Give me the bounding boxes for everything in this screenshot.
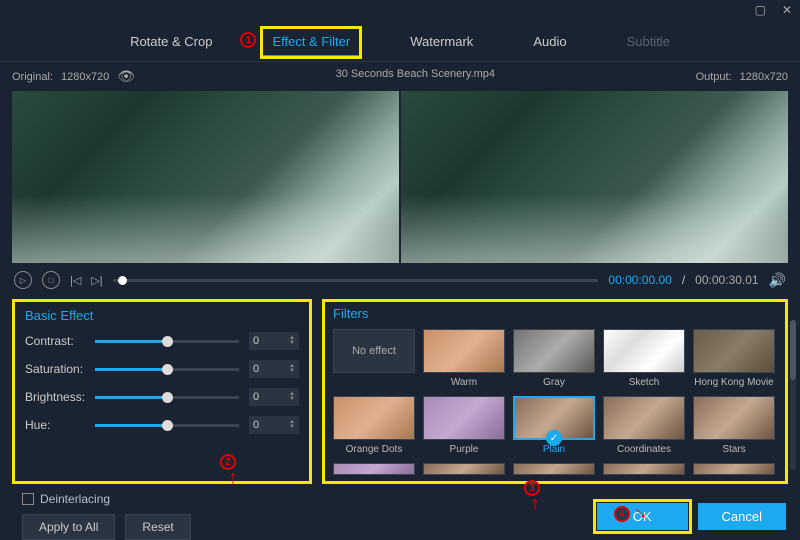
filter-more-2[interactable]	[423, 463, 505, 475]
tab-audio[interactable]: Audio	[523, 28, 576, 57]
filter-purple[interactable]: Purple	[423, 396, 505, 455]
filter-gray[interactable]: Gray	[513, 329, 595, 388]
scrollbar-thumb[interactable]	[790, 320, 796, 380]
annotation-1: 1	[240, 32, 256, 48]
playback-bar: ▷ □ |◁ ▷| 00:00:00.00 / 00:00:30.01 🔊	[0, 263, 800, 297]
maximize-icon[interactable]: ▢	[755, 3, 766, 17]
contrast-value[interactable]: 0▲▼	[249, 332, 299, 350]
next-frame-button[interactable]: ▷|	[91, 274, 102, 287]
filter-more-3[interactable]	[513, 463, 595, 475]
arrow-icon: ↑	[228, 467, 238, 490]
saturation-slider[interactable]	[95, 368, 239, 371]
filter-plain[interactable]: ✓Plain	[513, 396, 595, 455]
saturation-row: Saturation: 0▲▼	[25, 359, 299, 379]
filters-panel: Filters No effect Warm Gray Sketch Hong …	[322, 299, 788, 484]
contrast-slider[interactable]	[95, 340, 239, 343]
filter-warm[interactable]: Warm	[423, 329, 505, 388]
tab-watermark[interactable]: Watermark	[400, 28, 483, 57]
brightness-row: Brightness: 0▲▼	[25, 387, 299, 407]
brightness-label: Brightness:	[25, 390, 95, 404]
hue-label: Hue:	[25, 418, 95, 432]
titlebar: ▢ ✕	[0, 0, 800, 20]
prev-frame-button[interactable]: |◁	[70, 274, 81, 287]
hue-row: Hue: 0▲▼	[25, 415, 299, 435]
original-label: Original:	[12, 71, 53, 83]
filter-hongkong[interactable]: Hong Kong Movie	[693, 329, 775, 388]
filter-more-1[interactable]	[333, 463, 415, 475]
progress-bar[interactable]	[113, 279, 599, 282]
preview-info-bar: Original: 1280x720 👁 30 Seconds Beach Sc…	[0, 62, 800, 91]
close-icon[interactable]: ✕	[782, 3, 792, 17]
deinterlacing-label: Deinterlacing	[40, 492, 110, 506]
contrast-label: Contrast:	[25, 334, 95, 348]
current-time: 00:00:00.00	[608, 273, 671, 287]
deinterlacing-row[interactable]: Deinterlacing	[22, 492, 278, 506]
basic-effect-title: Basic Effect	[25, 308, 299, 323]
filter-more-4[interactable]	[603, 463, 685, 475]
filters-title: Filters	[333, 306, 777, 321]
check-icon: ✓	[546, 430, 562, 446]
arrow-icon: ↑	[530, 493, 540, 516]
cancel-button[interactable]: Cancel	[698, 503, 786, 530]
original-resolution: 1280x720	[61, 71, 109, 83]
brightness-value[interactable]: 0▲▼	[249, 388, 299, 406]
tab-rotate-crop[interactable]: Rotate & Crop	[120, 28, 222, 57]
eye-icon[interactable]: 👁	[117, 68, 135, 85]
reset-button[interactable]: Reset	[125, 514, 190, 540]
saturation-value[interactable]: 0▲▼	[249, 360, 299, 378]
basic-effect-panel: Basic Effect Contrast: 0▲▼ Saturation: 0…	[12, 299, 312, 484]
play-button[interactable]: ▷	[14, 271, 32, 289]
preview-area	[0, 91, 800, 263]
contrast-row: Contrast: 0▲▼	[25, 331, 299, 351]
total-time: 00:00:30.01	[695, 273, 758, 287]
filter-stars[interactable]: Stars	[693, 396, 775, 455]
brightness-slider[interactable]	[95, 396, 239, 399]
tab-bar: Rotate & Crop 1 Effect & Filter Watermar…	[0, 20, 800, 62]
effect-controls: Deinterlacing Apply to All Reset	[0, 484, 300, 540]
filter-orangedots[interactable]: Orange Dots	[333, 396, 415, 455]
output-preview	[401, 91, 788, 263]
filter-noeffect[interactable]: No effect	[333, 329, 415, 388]
deinterlacing-checkbox[interactable]	[22, 493, 34, 505]
tab-effect-filter[interactable]: Effect & Filter	[262, 28, 360, 57]
time-sep: /	[682, 273, 685, 287]
tab-subtitle[interactable]: Subtitle	[617, 28, 680, 57]
progress-knob[interactable]	[118, 276, 127, 285]
filter-sketch[interactable]: Sketch	[603, 329, 685, 388]
output-resolution: 1280x720	[740, 71, 788, 83]
saturation-label: Saturation:	[25, 362, 95, 376]
output-label: Output:	[696, 71, 732, 83]
filters-scrollbar[interactable]	[790, 320, 796, 470]
filter-more-5[interactable]	[693, 463, 775, 475]
hue-slider[interactable]	[95, 424, 239, 427]
apply-to-all-button[interactable]: Apply to All	[22, 514, 115, 540]
filename: 30 Seconds Beach Scenery.mp4	[336, 68, 495, 85]
filter-coordinates[interactable]: Coordinates	[603, 396, 685, 455]
volume-icon[interactable]: 🔊	[769, 272, 786, 289]
hue-value[interactable]: 0▲▼	[249, 416, 299, 434]
stop-button[interactable]: □	[42, 271, 60, 289]
original-preview	[12, 91, 399, 263]
